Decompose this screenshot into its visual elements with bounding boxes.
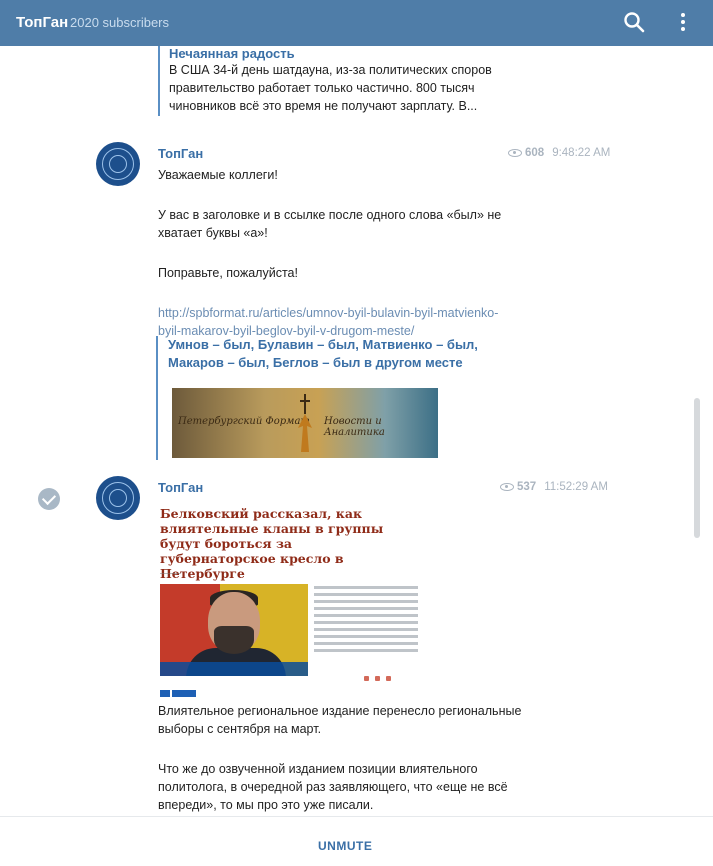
banner-site-name: Петербургский Формат [178,416,310,427]
bottom-bar: UNMUTE [0,816,713,866]
quoted-preview-line: В США 34-й день шатдауна, из-за политиче… [169,63,492,77]
unmute-button[interactable]: UNMUTE [318,839,372,853]
message-text: Поправьте, пожалуйста! [158,266,298,280]
message-text: Влиятельное региональное издание перенес… [158,704,522,718]
message-meta: 608 9:48:22 AM [508,147,610,159]
message-author[interactable]: ТопГан [158,146,203,161]
quoted-preview[interactable]: Нечаянная радость В США 34-й день шатдау… [158,46,518,116]
message-text: впереди», то мы про это уже писали. [158,798,374,812]
selection-check-icon[interactable] [38,488,60,510]
view-count: 537 [517,481,537,493]
message-meta: 537 11:52:29 AM [500,481,608,493]
share-buttons [160,684,224,697]
message-time: 11:52:29 AM [544,481,608,493]
channel-avatar[interactable] [96,142,140,186]
more-vertical-icon[interactable] [676,10,690,34]
message-text: Что же до озвученной изданием позиции вл… [158,762,478,776]
message-time: 9:48:22 AM [552,147,611,159]
quoted-preview-title: Нечаянная радость [169,46,295,61]
search-icon[interactable] [622,10,646,34]
link-preview-title: Умнов – был, Булавин – был, Матвиенко – … [168,337,478,352]
article-link[interactable]: http://spbformat.ru/articles/umnov-byil-… [158,304,498,322]
views-eye-icon [500,483,514,491]
link-preview-title: Макаров – был, Беглов – был в другом мес… [168,355,463,370]
banner-tagline: Новости и Аналитика [324,416,385,438]
quoted-preview-line: чиновников всё это время не получают зар… [169,99,478,113]
channel-avatar[interactable] [96,476,140,520]
article-byline: ——— [160,570,181,577]
link-preview[interactable]: Умнов – был, Булавин – был, Матвиенко – … [156,336,516,460]
message-text: Уважаемые коллеги! [158,168,278,182]
message-author[interactable]: ТопГан [158,480,203,495]
message-text: У вас в заголовке и в ссылке после одног… [158,208,502,222]
message-text: политолога, в очередной раз заявляющего,… [158,780,508,794]
article-headline: Белковский рассказал, как влиятельные кл… [160,506,384,581]
message-text: хватает буквы «а»! [158,226,268,240]
article-screenshot-image[interactable]: Белковский рассказал, как влиятельные кл… [158,506,420,697]
quoted-preview-line: правительство работает только частично. … [169,81,475,95]
angel-spire-icon [298,394,312,452]
channel-header: ТопГан 2020 subscribers [0,0,713,46]
views-eye-icon [508,149,522,157]
message-text: выборы с сентября на март. [158,722,322,736]
subscriber-count: 2020 subscribers [70,15,169,30]
link-preview-image[interactable]: Петербургский Формат Новости и Аналитика [172,388,438,458]
article-body-snippet [314,586,418,681]
message-feed[interactable]: Нечаянная радость В США 34-й день шатдау… [0,46,713,816]
scrollbar-thumb[interactable] [694,398,700,538]
article-photo [160,584,308,676]
channel-title[interactable]: ТопГан [16,14,68,31]
view-count: 608 [525,147,545,159]
